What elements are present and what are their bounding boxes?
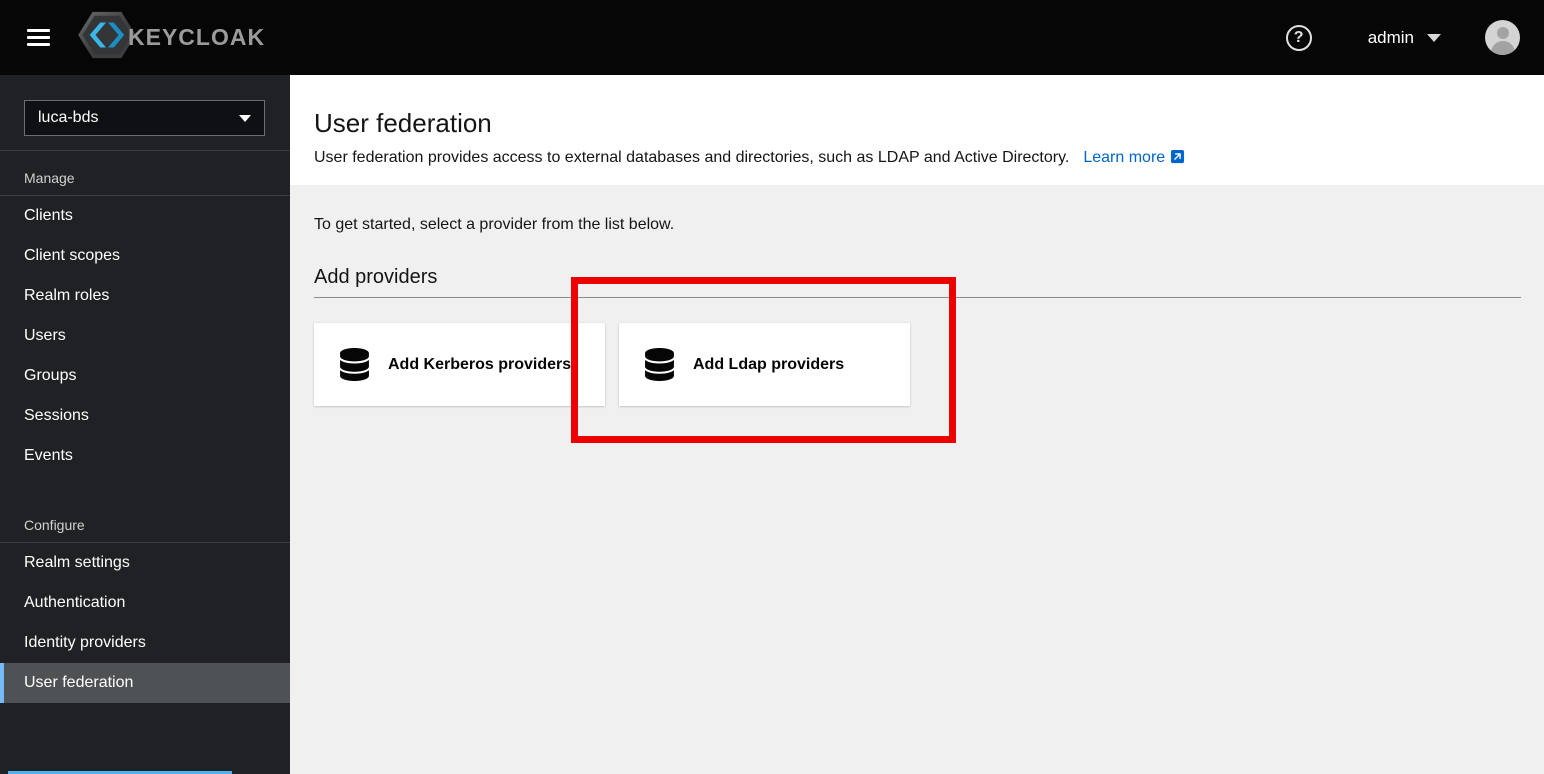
add-kerberos-providers-card[interactable]: Add Kerberos providers [314, 323, 605, 406]
help-icon[interactable]: ? [1285, 24, 1312, 51]
section-divider [314, 297, 1521, 298]
hamburger-menu-icon[interactable] [27, 25, 50, 50]
sidebar-item-realm-settings[interactable]: Realm settings [0, 543, 290, 583]
add-ldap-providers-card[interactable]: Add Ldap providers [619, 323, 910, 406]
realm-name: luca-bds [38, 109, 99, 126]
page-title: User federation [314, 108, 492, 138]
learn-more-link[interactable]: Learn more [1083, 149, 1185, 166]
chevron-down-icon [1427, 33, 1441, 42]
intro-text: To get started, select a provider from t… [314, 216, 675, 233]
sidebar-item-authentication[interactable]: Authentication [0, 583, 290, 623]
brand-text: KEYCLOAK [128, 24, 266, 50]
user-menu[interactable]: admin [1368, 28, 1441, 48]
nav-section-title: Manage [0, 151, 290, 196]
nav-section-manage: Manage Clients Client scopes Realm roles… [0, 151, 290, 476]
nav-section-configure: Configure Realm settings Authentication … [0, 498, 290, 703]
add-providers-heading: Add providers [314, 266, 438, 288]
page-description: User federation provides access to exter… [314, 149, 1070, 166]
sidebar-item-sessions[interactable]: Sessions [0, 396, 290, 436]
sidebar-item-users[interactable]: Users [0, 316, 290, 356]
main-content: To get started, select a provider from t… [290, 185, 1544, 774]
database-icon [340, 348, 369, 381]
avatar[interactable] [1485, 20, 1520, 55]
sidebar-item-client-scopes[interactable]: Client scopes [0, 236, 290, 276]
external-link-icon [1171, 149, 1185, 164]
provider-card-label: Add Kerberos providers [388, 355, 572, 373]
keycloak-logo[interactable]: KEYCLOAK [78, 10, 265, 65]
sidebar-item-clients[interactable]: Clients [0, 196, 290, 236]
sidebar-item-groups[interactable]: Groups [0, 356, 290, 396]
nav-section-title: Configure [0, 498, 290, 543]
sidebar-item-identity-providers[interactable]: Identity providers [0, 623, 290, 663]
chevron-down-icon [239, 114, 251, 122]
page-header: User federation User federation provides… [290, 75, 1544, 185]
database-icon [645, 348, 674, 381]
sidebar-item-events[interactable]: Events [0, 436, 290, 476]
sidebar-item-realm-roles[interactable]: Realm roles [0, 276, 290, 316]
username-label: admin [1367, 27, 1414, 47]
sidebar-item-user-federation[interactable]: User federation [0, 663, 290, 703]
realm-selector[interactable]: luca-bds [24, 100, 265, 136]
masthead: KEYCLOAK ? admin [0, 0, 1544, 75]
sidebar: luca-bds Manage Clients Client scopes Re… [0, 75, 290, 774]
realm-selector-block: luca-bds [0, 75, 290, 151]
provider-card-label: Add Ldap providers [693, 355, 845, 373]
